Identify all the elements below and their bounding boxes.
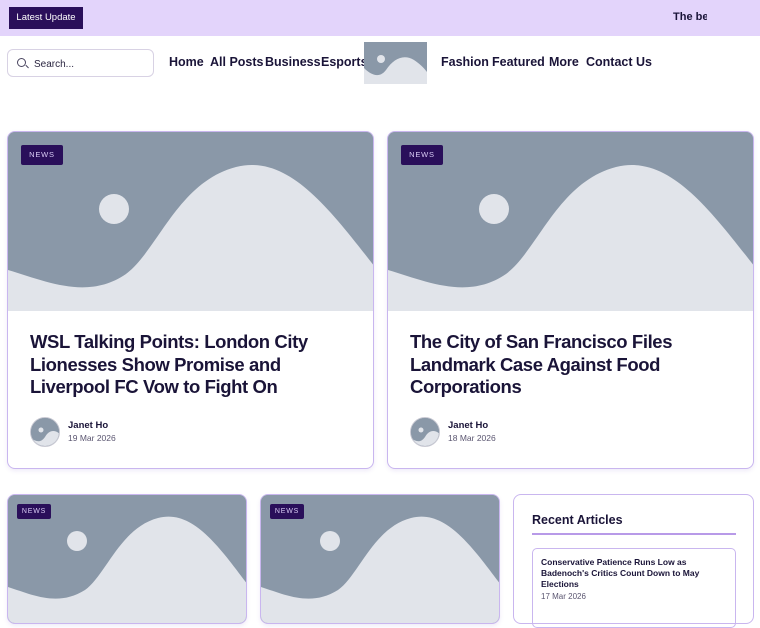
recent-article-item[interactable]: Conservative Patience Runs Low as Badeno… [532, 548, 736, 628]
recent-article-title[interactable]: Conservative Patience Runs Low as Badeno… [541, 557, 721, 590]
ticker-bar: Latest Update The best [0, 0, 760, 36]
post-title[interactable]: The City of San Francisco Files Landmark… [410, 331, 735, 399]
nav-more[interactable]: More [549, 55, 579, 69]
nav-home[interactable]: Home [169, 55, 204, 69]
nav-featured[interactable]: Featured [492, 55, 545, 69]
search-input[interactable] [34, 55, 149, 73]
widget-title: Recent Articles [532, 513, 623, 527]
author-name[interactable]: Janet Ho [448, 420, 488, 431]
nav-all-posts[interactable]: All Posts [210, 55, 264, 69]
category-tag[interactable]: NEWS [17, 504, 51, 519]
nav-esports[interactable]: Esports [321, 55, 368, 69]
author-avatar [410, 417, 440, 447]
search-box[interactable] [7, 49, 154, 77]
post-date: 19 Mar 2026 [68, 433, 116, 443]
latest-update-button[interactable]: Latest Update [9, 7, 83, 29]
nav-business[interactable]: Business [265, 55, 321, 69]
category-tag[interactable]: NEWS [21, 145, 63, 165]
widget-divider [532, 533, 736, 535]
author-name[interactable]: Janet Ho [68, 420, 108, 431]
nav-contact-us[interactable]: Contact Us [586, 55, 652, 69]
post-card[interactable]: NEWS [7, 494, 247, 624]
nav-fashion[interactable]: Fashion [441, 55, 489, 69]
image-placeholder-icon [364, 42, 427, 84]
post-card[interactable]: NEWS [260, 494, 500, 624]
category-tag[interactable]: NEWS [401, 145, 443, 165]
site-logo[interactable] [364, 42, 427, 84]
post-card[interactable]: NEWS WSL Talking Points: London City Lio… [7, 131, 374, 469]
category-tag[interactable]: NEWS [270, 504, 304, 519]
author-avatar [30, 417, 60, 447]
search-icon [17, 58, 26, 67]
post-date: 18 Mar 2026 [448, 433, 496, 443]
post-card[interactable]: NEWS The City of San Francisco Files Lan… [387, 131, 754, 469]
post-title[interactable]: WSL Talking Points: London City Lionesse… [30, 331, 355, 399]
ticker-headline[interactable]: The best [673, 11, 707, 25]
recent-articles-widget: Recent Articles Conservative Patience Ru… [513, 494, 754, 628]
